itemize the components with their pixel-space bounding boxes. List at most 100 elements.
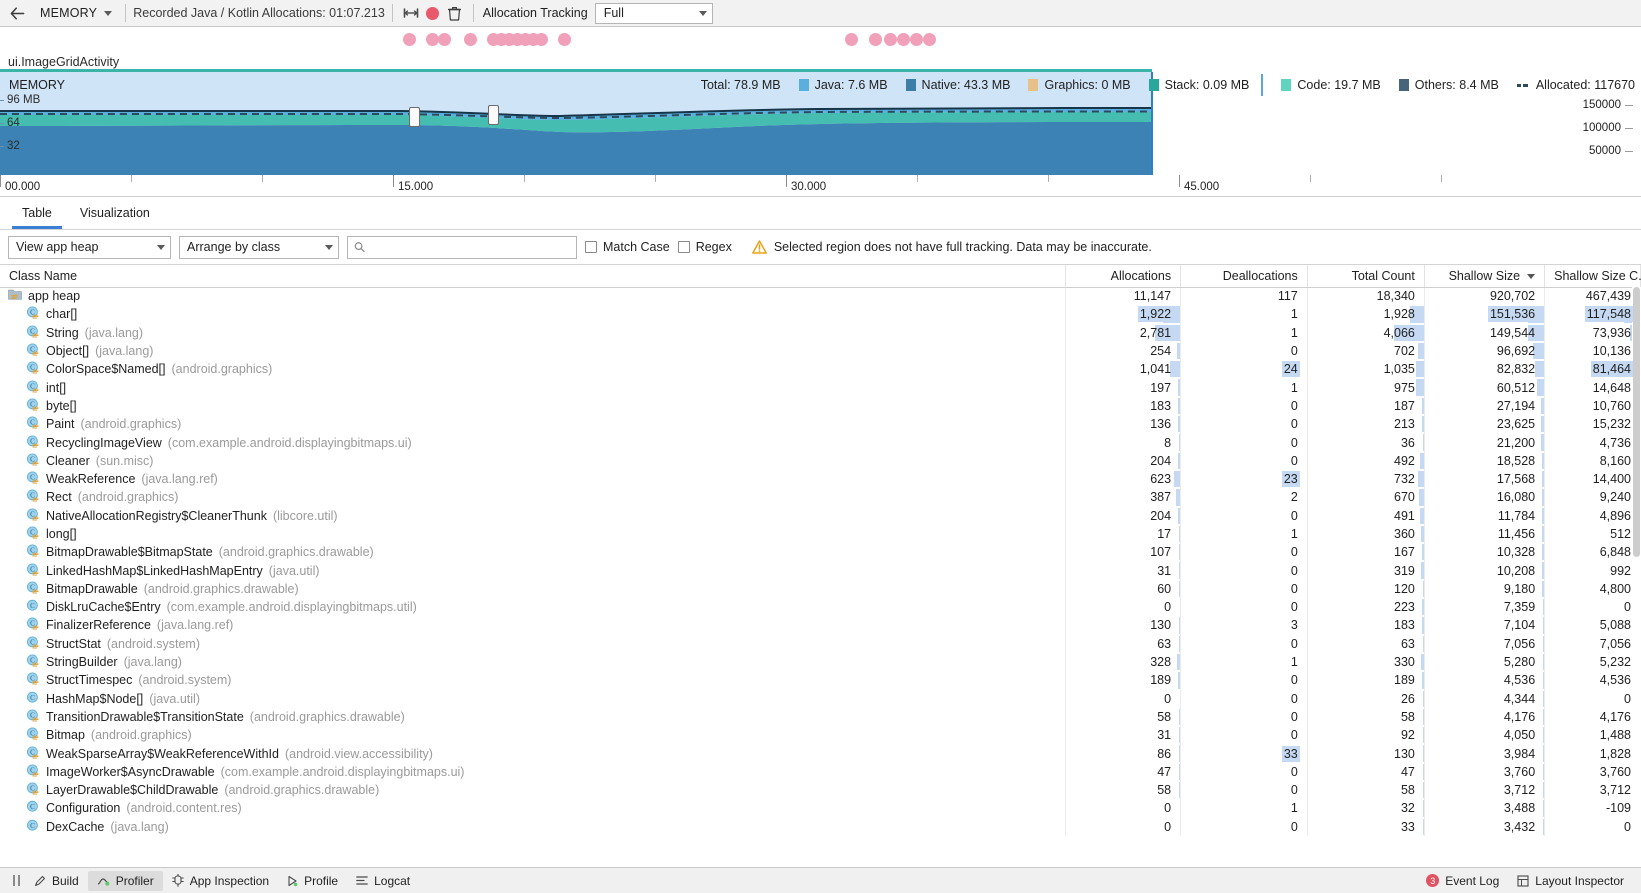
cell-deallocations[interactable]: 0 <box>1180 634 1308 653</box>
table-row[interactable]: C BitmapDrawable$BitmapState (android.gra… <box>0 543 1641 562</box>
cell-shallow-size[interactable]: 9,180 <box>1424 579 1546 599</box>
table-row[interactable]: C RecyclingImageView (com.example.android… <box>0 433 1641 452</box>
cell-shallow-size-c[interactable]: 4,176 <box>1544 707 1641 727</box>
search-box[interactable] <box>347 235 577 259</box>
cell-shallow-size-c[interactable]: 117,548 <box>1544 305 1641 324</box>
memory-graph[interactable]: 96 MB 64 32 150000 100000 50000 MEMORY T… <box>0 72 1641 175</box>
table-row[interactable]: C Paint (android.graphics) 136 0 213 23,625 15… <box>0 415 1641 434</box>
cell-allocations[interactable]: 328 <box>1065 652 1182 672</box>
cell-allocations[interactable]: 204 <box>1065 451 1182 470</box>
cell-class-name[interactable]: C Cleaner (sun.misc) <box>0 451 1067 470</box>
cell-total-count[interactable]: 491 <box>1307 506 1425 525</box>
cell-total-count[interactable]: 223 <box>1307 598 1425 617</box>
table-row[interactable]: C LinkedHashMap$LinkedHashMapEntry (java.… <box>0 561 1641 580</box>
range-handle-left[interactable] <box>409 107 420 127</box>
cell-total-count[interactable]: 58 <box>1307 781 1425 800</box>
cell-class-name[interactable]: C BitmapDrawable (android.graphics.drawab… <box>0 579 1067 599</box>
table-row[interactable]: C HashMap$Node[] (java.util) 0 0 26 4,344 0 <box>0 689 1641 708</box>
cell-shallow-size[interactable]: 3,984 <box>1424 744 1546 763</box>
table-row[interactable]: C NativeAllocationRegistry$CleanerThunk (… <box>0 506 1641 525</box>
cell-shallow-size-c[interactable]: 4,736 <box>1544 433 1641 452</box>
cell-deallocations[interactable]: 0 <box>1180 762 1308 782</box>
cell-deallocations[interactable]: 0 <box>1180 671 1308 690</box>
cell-total-count[interactable]: 360 <box>1307 524 1425 544</box>
cell-total-count[interactable]: 47 <box>1307 762 1425 782</box>
cell-shallow-size-c[interactable]: 1,828 <box>1544 744 1641 763</box>
cell-shallow-size[interactable]: 10,208 <box>1424 561 1546 580</box>
cell-shallow-size-c[interactable]: 512 <box>1544 524 1641 544</box>
cell-deallocations[interactable]: 2 <box>1180 488 1308 507</box>
cell-class-name[interactable]: C NativeAllocationRegistry$CleanerThunk (… <box>0 506 1067 525</box>
cell-shallow-size[interactable]: 27,194 <box>1424 396 1546 416</box>
column-header-total-count[interactable]: Total Count <box>1307 265 1425 288</box>
event-marker-strip[interactable] <box>0 27 1641 52</box>
cell-class-name[interactable]: Cchar[] <box>0 305 1067 324</box>
column-header-class-name[interactable]: Class Name <box>0 265 1067 288</box>
cell-allocations[interactable]: 0 <box>1065 598 1182 617</box>
cell-shallow-size-c[interactable]: 4,800 <box>1544 579 1641 599</box>
cell-class-name[interactable]: Clong[] <box>0 524 1067 544</box>
tab-visualization[interactable]: Visualization <box>66 197 164 229</box>
cell-deallocations[interactable]: 1 <box>1180 378 1308 397</box>
cell-total-count[interactable]: 330 <box>1307 652 1425 672</box>
cell-shallow-size-c[interactable]: 3,760 <box>1544 762 1641 782</box>
status-item-app-inspection[interactable]: App Inspection <box>163 871 278 891</box>
cell-shallow-size-c[interactable]: -109 <box>1544 799 1641 818</box>
cell-allocations[interactable]: 8 <box>1065 433 1182 452</box>
cell-total-count[interactable]: 702 <box>1307 341 1425 361</box>
cell-deallocations[interactable]: 0 <box>1180 781 1308 800</box>
cell-class-name[interactable]: C RecyclingImageView (com.example.android… <box>0 433 1067 452</box>
cell-total-count[interactable]: 492 <box>1307 451 1425 470</box>
cell-allocations[interactable]: 130 <box>1065 616 1182 635</box>
cell-deallocations[interactable]: 24 <box>1180 360 1308 379</box>
cell-deallocations[interactable]: 1 <box>1180 652 1308 672</box>
column-header-allocations[interactable]: Allocations <box>1065 265 1182 288</box>
cell-allocations[interactable]: 86 <box>1065 744 1182 763</box>
cell-allocations[interactable]: 11,147 <box>1065 287 1182 306</box>
cell-shallow-size[interactable]: 4,176 <box>1424 707 1546 727</box>
cell-total-count[interactable]: 1,928 <box>1307 305 1425 324</box>
cell-total-count[interactable]: 36 <box>1307 433 1425 452</box>
arrange-select[interactable]: Arrange by class <box>179 235 339 259</box>
table-row[interactable]: C StructStat (android.system) 63 0 63 7,056 7,… <box>0 634 1641 653</box>
status-item-profiler[interactable]: Profiler <box>87 870 163 891</box>
cell-class-name[interactable]: C FinalizerReference (java.lang.ref) <box>0 616 1067 635</box>
cell-class-name[interactable]: C Object[] (java.lang) <box>0 341 1067 361</box>
cell-shallow-size[interactable]: 4,536 <box>1424 671 1546 690</box>
cell-total-count[interactable]: 33 <box>1307 817 1425 836</box>
cell-class-name[interactable]: C Bitmap (android.graphics) <box>0 726 1067 745</box>
cell-deallocations[interactable]: 0 <box>1180 451 1308 470</box>
cell-class-name[interactable]: C StructTimespec (android.system) <box>0 671 1067 690</box>
cell-shallow-size[interactable]: 4,050 <box>1424 726 1546 745</box>
status-bar-toggle-icon[interactable] <box>8 871 25 891</box>
cell-deallocations[interactable]: 0 <box>1180 689 1308 708</box>
match-case-checkbox[interactable]: Match Case <box>585 240 670 254</box>
cell-allocations[interactable]: 623 <box>1065 469 1182 489</box>
cell-allocations[interactable]: 0 <box>1065 799 1182 818</box>
cell-shallow-size[interactable]: 920,702 <box>1424 287 1546 306</box>
table-row[interactable]: C Configuration (android.content.res) 0 1 32… <box>0 799 1641 818</box>
cell-shallow-size[interactable]: 7,104 <box>1424 616 1546 635</box>
cell-shallow-size-c[interactable]: 10,136 <box>1544 341 1641 361</box>
cell-shallow-size[interactable]: 7,359 <box>1424 598 1546 617</box>
table-row[interactable]: Cint[] 197 1 975 60,512 14,648 <box>0 378 1641 397</box>
table-row[interactable]: C String (java.lang) 2,781 1 4,066 149,544 73,… <box>0 323 1641 342</box>
status-item-layout-inspector[interactable]: Layout Inspector <box>1508 871 1633 891</box>
cell-class-name[interactable]: C Rect (android.graphics) <box>0 488 1067 507</box>
table-scrollbar-thumb[interactable] <box>1633 287 1640 557</box>
cell-shallow-size-c[interactable]: 5,232 <box>1544 652 1641 672</box>
cell-shallow-size[interactable]: 151,536 <box>1424 305 1546 324</box>
cell-class-name[interactable]: C WeakReference (java.lang.ref) <box>0 469 1067 489</box>
cell-total-count[interactable]: 92 <box>1307 726 1425 745</box>
cell-total-count[interactable]: 4,066 <box>1307 323 1425 342</box>
cell-shallow-size-c[interactable]: 14,648 <box>1544 378 1641 397</box>
cell-class-name[interactable]: C WeakSparseArray$WeakReferenceWithId (an… <box>0 744 1067 763</box>
event-marker[interactable] <box>403 33 416 46</box>
cell-shallow-size-c[interactable]: 3,712 <box>1544 781 1641 800</box>
cell-total-count[interactable]: 120 <box>1307 579 1425 599</box>
tab-table[interactable]: Table <box>8 197 66 229</box>
cell-shallow-size[interactable]: 60,512 <box>1424 378 1546 397</box>
cell-allocations[interactable]: 60 <box>1065 579 1182 599</box>
table-row[interactable]: C Cleaner (sun.misc) 204 0 492 18,528 8,160 <box>0 451 1641 470</box>
column-header-shallow-size-c[interactable]: Shallow Size C... <box>1544 265 1641 288</box>
